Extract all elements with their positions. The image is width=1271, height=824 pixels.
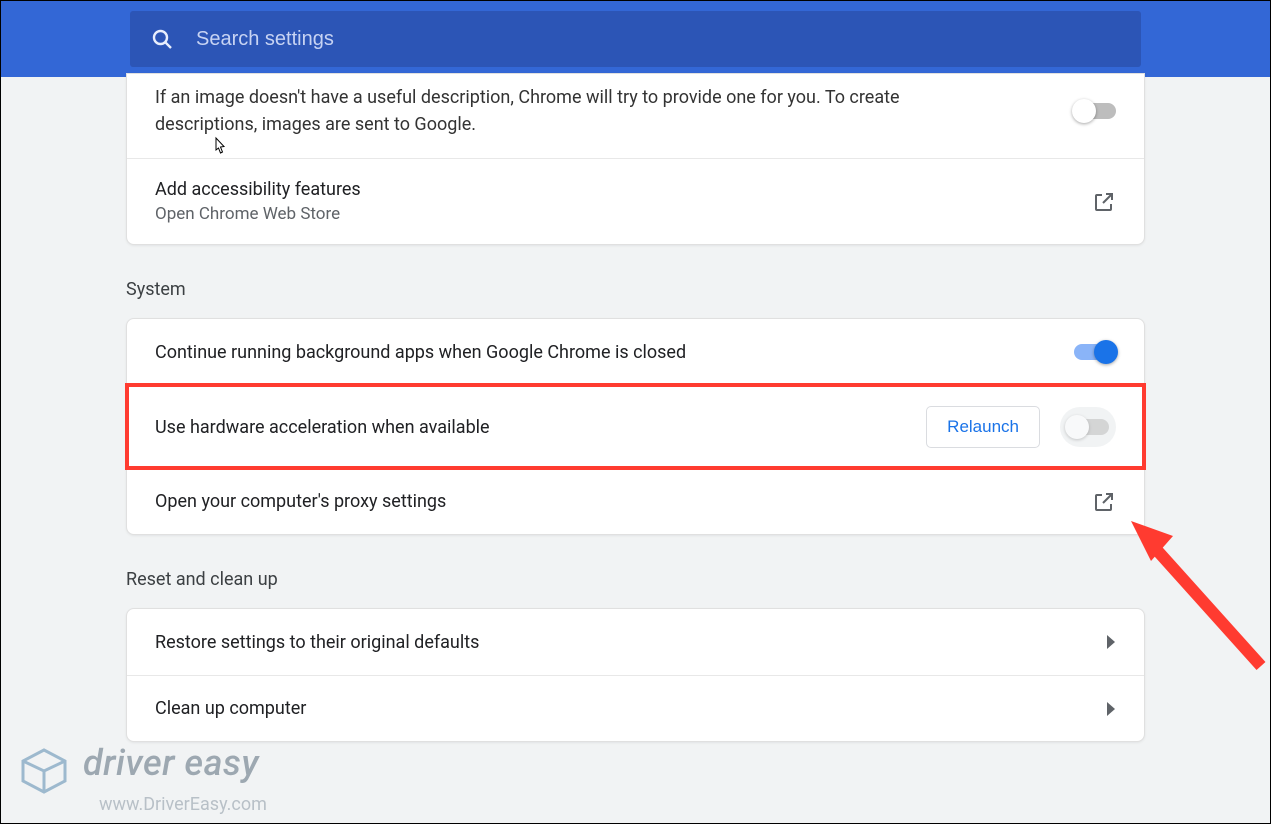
hardware-acceleration-toggle[interactable] <box>1067 419 1109 435</box>
image-descriptions-toggle[interactable] <box>1074 103 1116 119</box>
header-bar <box>1 1 1270 77</box>
search-input[interactable] <box>196 28 1121 51</box>
add-accessibility-sub: Open Chrome Web Store <box>155 204 361 224</box>
restore-defaults-row[interactable]: Restore settings to their original defau… <box>127 609 1144 675</box>
hardware-acceleration-row[interactable]: Use hardware acceleration when available… <box>127 385 1144 468</box>
external-link-icon <box>1092 490 1116 514</box>
clean-up-row[interactable]: Clean up computer <box>127 675 1144 741</box>
proxy-settings-row[interactable]: Open your computer's proxy settings <box>127 468 1144 534</box>
background-apps-title: Continue running background apps when Go… <box>155 342 686 363</box>
reset-section-label: Reset and clean up <box>126 569 1145 590</box>
chevron-right-icon <box>1106 702 1116 716</box>
system-section-label: System <box>126 279 1145 300</box>
add-accessibility-title: Add accessibility features <box>155 179 361 200</box>
search-icon <box>150 27 174 51</box>
image-descriptions-text: If an image doesn't have a useful descri… <box>155 84 975 138</box>
add-accessibility-row[interactable]: Add accessibility features Open Chrome W… <box>127 158 1144 244</box>
background-apps-row[interactable]: Continue running background apps when Go… <box>127 319 1144 385</box>
external-link-icon <box>1092 190 1116 214</box>
hardware-acceleration-toggle-wrap[interactable] <box>1060 407 1116 447</box>
reset-card: Restore settings to their original defau… <box>126 608 1145 742</box>
watermark-sub: www.DriverEasy.com <box>99 794 267 815</box>
image-descriptions-row[interactable]: If an image doesn't have a useful descri… <box>127 74 1144 158</box>
hardware-acceleration-title: Use hardware acceleration when available <box>155 417 490 438</box>
clean-up-title: Clean up computer <box>155 698 306 719</box>
restore-defaults-title: Restore settings to their original defau… <box>155 632 479 653</box>
background-apps-toggle[interactable] <box>1074 344 1116 360</box>
system-card: Continue running background apps when Go… <box>126 318 1145 535</box>
accessibility-card: If an image doesn't have a useful descri… <box>126 73 1145 245</box>
chevron-right-icon <box>1106 635 1116 649</box>
relaunch-button[interactable]: Relaunch <box>926 406 1040 448</box>
search-container[interactable] <box>130 11 1141 67</box>
proxy-settings-title: Open your computer's proxy settings <box>155 491 446 512</box>
